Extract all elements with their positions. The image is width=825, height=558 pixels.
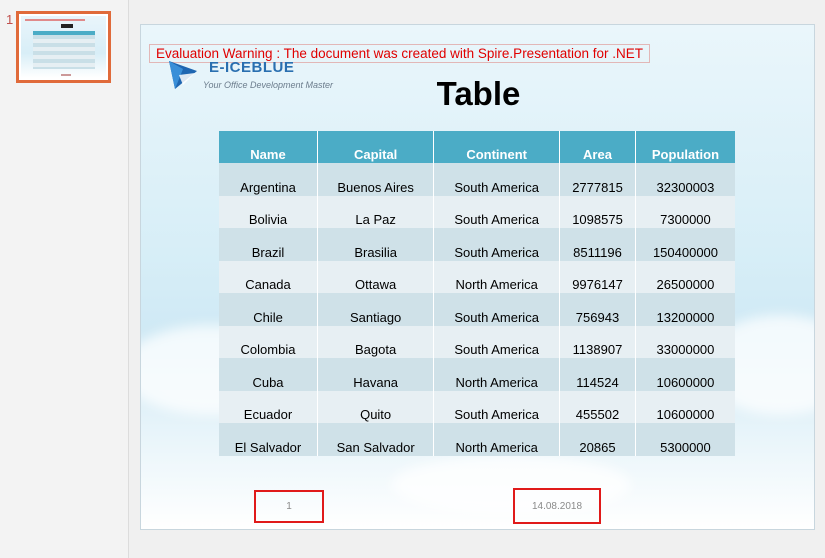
table-header-row: Name Capital Continent Area Population: [219, 131, 735, 163]
table-cell[interactable]: 8511196: [559, 228, 636, 261]
table-cell[interactable]: 1138907: [559, 325, 636, 358]
table-cell[interactable]: 455502: [559, 390, 636, 423]
table-row: El Salvador San Salvador North America 2…: [219, 423, 735, 456]
slide-number-footer[interactable]: 1: [254, 490, 324, 523]
table-cell[interactable]: Buenos Aires: [317, 163, 435, 196]
table-cell[interactable]: Havana: [317, 358, 435, 391]
column-header-name[interactable]: Name: [219, 131, 318, 163]
table-cell[interactable]: 5300000: [635, 423, 735, 456]
table-row: Brazil Brasilia South America 8511196 15…: [219, 228, 735, 261]
slide-editor: Evaluation Warning : The document was cr…: [130, 0, 825, 558]
table-cell[interactable]: Santiago: [317, 293, 435, 326]
table-cell[interactable]: Canada: [219, 260, 318, 293]
table-cell[interactable]: North America: [433, 358, 561, 391]
table-cell[interactable]: North America: [433, 260, 561, 293]
slide-title[interactable]: Table: [141, 75, 814, 113]
table-cell[interactable]: South America: [433, 325, 561, 358]
data-table[interactable]: Name Capital Continent Area Population A…: [219, 131, 735, 456]
table-cell[interactable]: 114524: [559, 358, 636, 391]
table-row: Canada Ottawa North America 9976147 2650…: [219, 260, 735, 293]
table-cell[interactable]: Colombia: [219, 325, 318, 358]
logo-name: E-ICEBLUE: [209, 59, 295, 76]
slide-canvas[interactable]: Evaluation Warning : The document was cr…: [140, 24, 815, 530]
column-header-continent[interactable]: Continent: [433, 131, 561, 163]
thumbnail-title-mark: [61, 24, 73, 28]
table-cell[interactable]: Brasilia: [317, 228, 435, 261]
table-cell[interactable]: Chile: [219, 293, 318, 326]
table-cell[interactable]: 9976147: [559, 260, 636, 293]
table-cell[interactable]: Ottawa: [317, 260, 435, 293]
table-cell[interactable]: 10600000: [635, 358, 735, 391]
column-header-capital[interactable]: Capital: [317, 131, 435, 163]
column-header-area[interactable]: Area: [559, 131, 636, 163]
table-cell[interactable]: 7300000: [635, 195, 735, 228]
table-cell[interactable]: 13200000: [635, 293, 735, 326]
table-row: Bolivia La Paz South America 1098575 730…: [219, 195, 735, 228]
table-row: Cuba Havana North America 114524 1060000…: [219, 358, 735, 391]
thumbnail-pane: 1: [0, 0, 129, 558]
table-cell[interactable]: 20865: [559, 423, 636, 456]
table-cell[interactable]: 150400000: [635, 228, 735, 261]
column-header-population[interactable]: Population: [635, 131, 735, 163]
thumbnail-warning-line: [25, 19, 85, 21]
table-row: Ecuador Quito South America 455502 10600…: [219, 390, 735, 423]
table-cell[interactable]: Ecuador: [219, 390, 318, 423]
table-cell[interactable]: South America: [433, 195, 561, 228]
table-cell[interactable]: Quito: [317, 390, 435, 423]
table-cell[interactable]: South America: [433, 163, 561, 196]
thumbnail-table: [33, 31, 95, 69]
table-cell[interactable]: 1098575: [559, 195, 636, 228]
table-cell[interactable]: Bagota: [317, 325, 435, 358]
table-cell[interactable]: El Salvador: [219, 423, 318, 456]
table-cell[interactable]: 756943: [559, 293, 636, 326]
table-cell[interactable]: South America: [433, 390, 561, 423]
table-cell[interactable]: Brazil: [219, 228, 318, 261]
table-cell[interactable]: 2777815: [559, 163, 636, 196]
table-cell[interactable]: South America: [433, 293, 561, 326]
date-footer[interactable]: 14.08.2018: [513, 488, 601, 524]
table-cell[interactable]: La Paz: [317, 195, 435, 228]
thumbnail-preview: [21, 16, 106, 78]
table-cell[interactable]: South America: [433, 228, 561, 261]
table-cell[interactable]: 33000000: [635, 325, 735, 358]
table-cell[interactable]: Bolivia: [219, 195, 318, 228]
table-cell[interactable]: Cuba: [219, 358, 318, 391]
table-cell[interactable]: Argentina: [219, 163, 318, 196]
table-cell[interactable]: 32300003: [635, 163, 735, 196]
table-row: Argentina Buenos Aires South America 277…: [219, 163, 735, 196]
table-cell[interactable]: 26500000: [635, 260, 735, 293]
table-cell[interactable]: San Salvador: [317, 423, 435, 456]
slide-thumbnail-1[interactable]: [16, 11, 111, 83]
thumbnail-number: 1: [6, 12, 14, 27]
table-row: Chile Santiago South America 756943 1320…: [219, 293, 735, 326]
table-cell[interactable]: North America: [433, 423, 561, 456]
thumbnail-footer-mark: [61, 74, 71, 76]
table-cell[interactable]: 10600000: [635, 390, 735, 423]
table-row: Colombia Bagota South America 1138907 33…: [219, 325, 735, 358]
